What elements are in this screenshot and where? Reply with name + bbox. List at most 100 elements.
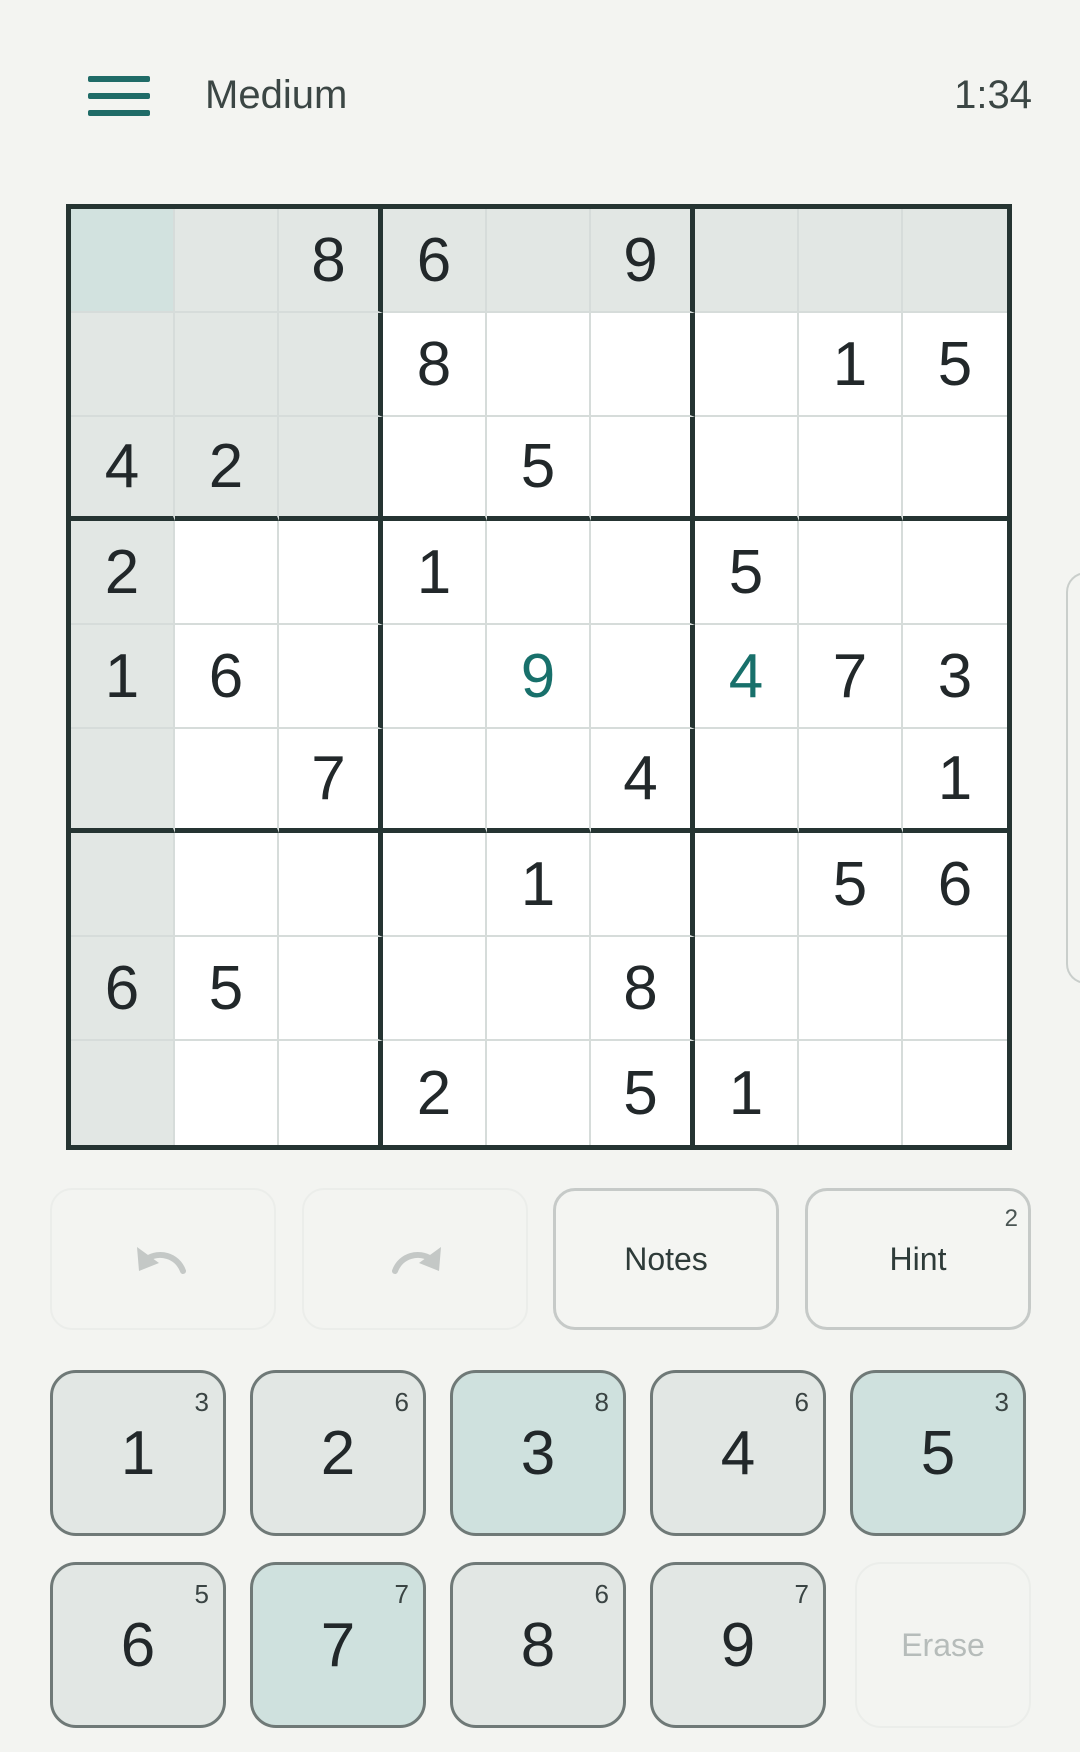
number-key-7[interactable]: 77 (250, 1562, 426, 1728)
board-cell[interactable] (799, 1041, 903, 1145)
board-cell[interactable]: 8 (383, 313, 487, 417)
board-cell[interactable] (175, 209, 279, 313)
board-cell[interactable] (279, 833, 383, 937)
board-cell[interactable] (695, 209, 799, 313)
board-cell[interactable] (591, 417, 695, 521)
undo-icon (137, 1247, 186, 1274)
board-cell[interactable]: 9 (487, 625, 591, 729)
board-cell[interactable]: 1 (799, 313, 903, 417)
number-key-5[interactable]: 53 (850, 1370, 1026, 1536)
number-key-8[interactable]: 86 (450, 1562, 626, 1728)
hint-button[interactable]: Hint 2 (805, 1188, 1031, 1330)
board-cell[interactable] (903, 209, 1007, 313)
board-cell[interactable] (799, 937, 903, 1041)
board-cell[interactable]: 4 (71, 417, 175, 521)
board-cell[interactable] (799, 209, 903, 313)
board-cell[interactable]: 5 (903, 313, 1007, 417)
number-key-digit: 8 (520, 1610, 556, 1680)
erase-button[interactable]: Erase (855, 1562, 1031, 1728)
board-cell[interactable] (71, 1041, 175, 1145)
board-cell[interactable]: 8 (591, 937, 695, 1041)
board-cell[interactable]: 5 (175, 937, 279, 1041)
board-cell[interactable] (487, 313, 591, 417)
board-cell[interactable] (487, 209, 591, 313)
board-cell[interactable]: 6 (903, 833, 1007, 937)
number-key-1[interactable]: 13 (50, 1370, 226, 1536)
board-cell[interactable] (591, 625, 695, 729)
board-cell[interactable]: 1 (695, 1041, 799, 1145)
board-cell[interactable] (799, 521, 903, 625)
notes-button[interactable]: Notes (553, 1188, 779, 1330)
undo-button[interactable] (50, 1188, 276, 1330)
menu-button[interactable] (88, 74, 150, 118)
board-cell[interactable] (903, 937, 1007, 1041)
board-cell[interactable] (799, 417, 903, 521)
board-cell[interactable]: 2 (175, 417, 279, 521)
board-cell[interactable]: 1 (487, 833, 591, 937)
board-cell[interactable]: 2 (383, 1041, 487, 1145)
board-cell[interactable]: 1 (71, 625, 175, 729)
board-cell[interactable]: 1 (903, 729, 1007, 833)
board-cell[interactable] (71, 209, 175, 313)
board-cell[interactable]: 5 (695, 521, 799, 625)
board-cell[interactable] (71, 729, 175, 833)
number-key-4[interactable]: 46 (650, 1370, 826, 1536)
number-key-2[interactable]: 26 (250, 1370, 426, 1536)
board-cell[interactable]: 7 (799, 625, 903, 729)
board-cell[interactable] (591, 313, 695, 417)
board-cell[interactable]: 2 (71, 521, 175, 625)
board-cell[interactable] (279, 417, 383, 521)
board-cell[interactable] (175, 313, 279, 417)
number-key-digit: 5 (920, 1418, 956, 1488)
redo-button[interactable] (302, 1188, 528, 1330)
board-cell[interactable] (903, 1041, 1007, 1145)
board-cell[interactable] (175, 1041, 279, 1145)
board-cell[interactable] (903, 417, 1007, 521)
board-cell[interactable]: 7 (279, 729, 383, 833)
number-key-6[interactable]: 65 (50, 1562, 226, 1728)
side-panel-handle[interactable] (1066, 572, 1080, 984)
board-cell[interactable]: 4 (695, 625, 799, 729)
board-cell[interactable] (383, 833, 487, 937)
board-cell[interactable] (383, 625, 487, 729)
board-cell[interactable]: 3 (903, 625, 1007, 729)
board-cell[interactable]: 6 (175, 625, 279, 729)
board-cell[interactable] (487, 937, 591, 1041)
board-cell[interactable] (71, 313, 175, 417)
board-cell[interactable] (695, 729, 799, 833)
board-cell[interactable] (591, 521, 695, 625)
board-cell[interactable]: 5 (799, 833, 903, 937)
board-cell[interactable] (279, 1041, 383, 1145)
board-cell[interactable] (695, 313, 799, 417)
board-cell[interactable] (487, 729, 591, 833)
board-cell[interactable]: 6 (383, 209, 487, 313)
board-cell[interactable] (487, 1041, 591, 1145)
board-cell[interactable]: 5 (487, 417, 591, 521)
board-cell[interactable] (695, 937, 799, 1041)
board-cell[interactable] (175, 833, 279, 937)
board-cell[interactable]: 4 (591, 729, 695, 833)
board-cell[interactable] (383, 417, 487, 521)
board-cell[interactable] (591, 833, 695, 937)
board-cell[interactable] (695, 833, 799, 937)
board-cell[interactable]: 6 (71, 937, 175, 1041)
board-cell[interactable] (903, 521, 1007, 625)
board-cell[interactable] (279, 313, 383, 417)
board-cell[interactable] (279, 625, 383, 729)
board-cell[interactable] (279, 937, 383, 1041)
board-cell[interactable] (383, 729, 487, 833)
board-cell[interactable] (383, 937, 487, 1041)
board-cell[interactable] (71, 833, 175, 937)
board-cell[interactable] (279, 521, 383, 625)
board-cell[interactable] (695, 417, 799, 521)
board-cell[interactable]: 1 (383, 521, 487, 625)
board-cell[interactable] (175, 729, 279, 833)
number-key-3[interactable]: 38 (450, 1370, 626, 1536)
board-cell[interactable]: 9 (591, 209, 695, 313)
board-cell[interactable]: 5 (591, 1041, 695, 1145)
board-cell[interactable]: 8 (279, 209, 383, 313)
number-key-9[interactable]: 97 (650, 1562, 826, 1728)
board-cell[interactable] (799, 729, 903, 833)
board-cell[interactable] (175, 521, 279, 625)
board-cell[interactable] (487, 521, 591, 625)
